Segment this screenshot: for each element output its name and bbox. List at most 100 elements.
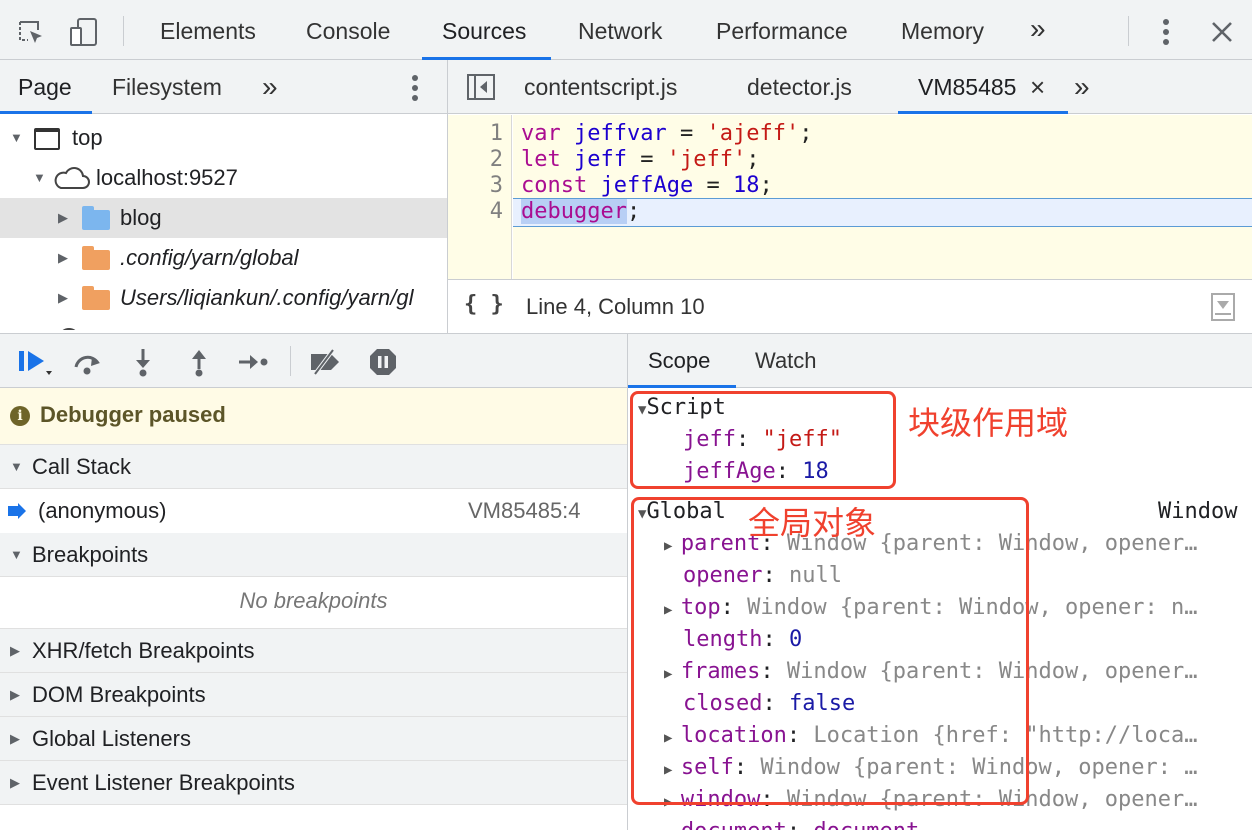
section-title: Global Listeners [32,726,191,751]
inspect-element-icon[interactable] [14,16,48,50]
section-title: Call Stack [32,454,132,479]
cursor-position: Line 4, Column 10 [526,294,705,319]
coverage-icon[interactable] [1210,292,1236,322]
tree-item-partial[interactable]: ▼ [0,318,447,330]
call-frame[interactable]: (anonymous) VM85485:4 [0,489,627,533]
cloud-icon [52,166,90,190]
step-over-icon[interactable] [68,346,108,378]
kebab-menu-icon[interactable] [404,72,426,104]
close-icon[interactable] [1206,16,1238,48]
no-breakpoints-message: No breakpoints [0,577,627,629]
info-icon: i [10,406,30,426]
globe-icon [58,328,80,330]
tab-scope[interactable]: Scope [648,348,710,374]
tree-item-label: .config/yarn/global [120,245,299,270]
devtools-tab-bar: Elements Console Sources Network Perform… [0,0,1252,60]
code-line: let jeff = 'jeff'; [521,147,760,172]
toolbar-divider [1128,16,1129,46]
global-listeners-header[interactable]: ▶ Global Listeners [0,717,627,761]
scope-tabs: Scope Watch [628,333,1252,388]
expand-arrow-icon: ▼ [10,547,23,562]
expand-arrow-icon: ▼ [10,459,23,474]
tab-contentscript[interactable]: contentscript.js [524,60,677,114]
var-value: document [813,819,919,830]
editor-tabs: contentscript.js detector.js VM85485 × » [448,60,1252,114]
debugger-paused-banner: i Debugger paused [0,388,627,445]
kebab-menu-icon[interactable] [1154,16,1178,48]
tree-item-label: Users/liqiankun/.config/yarn/gl [120,285,414,310]
more-tabs-icon[interactable]: » [262,60,278,114]
editor-status-bar: { } Line 4, Column 10 [448,279,1252,333]
code-line: debugger; [521,199,641,224]
line-number[interactable]: 4 [463,199,503,225]
tree-item-users-yarn[interactable]: ▶ Users/liqiankun/.config/yarn/gl [0,278,447,318]
step-out-icon[interactable] [184,346,214,378]
annotation-box-script [630,391,896,489]
folder-icon [82,286,110,310]
line-number[interactable]: 3 [463,173,503,199]
event-listener-breakpoints-header[interactable]: ▶ Event Listener Breakpoints [0,761,627,805]
code-editor[interactable]: var jeffvar = 'ajeff'; let jeff = 'jeff'… [513,115,1252,279]
call-stack-header[interactable]: ▼ Call Stack [0,445,627,489]
code-line: const jeffAge = 18; [521,173,773,198]
resume-icon[interactable] [14,346,54,378]
debugger-toolbar [0,333,627,388]
current-frame-arrow-icon [8,503,26,519]
folder-icon [82,206,110,230]
toolbar-divider [123,16,124,46]
expand-arrow-icon: ▶ [10,775,20,790]
device-toolbar-icon[interactable] [66,14,102,50]
folder-icon [82,246,110,270]
tree-item-label: localhost:9527 [96,165,238,190]
tab-memory[interactable]: Memory [901,0,984,60]
line-number[interactable]: 1 [463,121,503,147]
tab-watch[interactable]: Watch [755,348,817,374]
step-icon[interactable] [236,346,270,378]
paused-message: Debugger paused [40,402,226,427]
tab-performance[interactable]: Performance [716,0,848,60]
pause-on-exceptions-icon[interactable] [366,346,400,378]
navigator-tabs: Page Filesystem » [0,60,447,114]
tab-vm85485[interactable]: VM85485 [918,60,1016,114]
tab-filesystem[interactable]: Filesystem [112,60,222,114]
section-title: Breakpoints [32,542,149,567]
frame-location[interactable]: VM85485:4 [468,498,581,524]
breakpoints-header[interactable]: ▼ Breakpoints [0,533,627,577]
tab-page[interactable]: Page [18,60,72,114]
toolbar-divider [290,346,291,376]
more-tabs-icon[interactable]: » [1074,60,1090,114]
tree-item-top[interactable]: ▼ top [0,118,447,158]
expand-arrow-icon: ▶ [10,643,20,658]
code-line: var jeffvar = 'ajeff'; [521,121,813,146]
toggle-navigator-icon[interactable] [464,72,498,102]
scope-var-row[interactable]: ▶ document: document [664,816,919,830]
tab-detector[interactable]: detector.js [747,60,852,114]
section-title: DOM Breakpoints [32,682,206,707]
tab-network[interactable]: Network [578,0,662,60]
tab-console[interactable]: Console [306,0,390,60]
annotation-global-object: 全局对象 [748,504,877,542]
var-key: document [681,819,787,830]
tab-elements[interactable]: Elements [160,0,256,60]
section-title: Event Listener Breakpoints [32,770,295,795]
line-gutter: 1 2 3 4 [448,115,512,279]
expand-arrow-icon: ▶ [10,731,20,746]
deactivate-breakpoints-icon[interactable] [306,346,346,378]
annotation-block-scope: 块级作用域 [908,404,1069,442]
pretty-print-button[interactable]: { } [464,292,504,317]
execution-line: debugger; [513,198,1252,227]
more-tabs-icon[interactable]: » [1030,0,1046,60]
file-tree: ▼ top ▼ localhost:9527 ▶ blog ▶ .config/… [0,115,447,330]
tree-item-yarn-global[interactable]: ▶ .config/yarn/global [0,238,447,278]
xhr-breakpoints-header[interactable]: ▶ XHR/fetch Breakpoints [0,629,627,673]
section-title: XHR/fetch Breakpoints [32,638,255,663]
tree-item-blog[interactable]: ▶ blog [0,198,447,238]
tab-sources[interactable]: Sources [421,0,552,60]
tree-item-label: blog [120,205,162,230]
line-number[interactable]: 2 [463,147,503,173]
close-tab-icon[interactable]: × [1030,60,1045,114]
dom-breakpoints-header[interactable]: ▶ DOM Breakpoints [0,673,627,717]
step-into-icon[interactable] [128,346,158,378]
tree-item-localhost[interactable]: ▼ localhost:9527 [0,158,447,198]
frame-name: (anonymous) [38,498,167,523]
